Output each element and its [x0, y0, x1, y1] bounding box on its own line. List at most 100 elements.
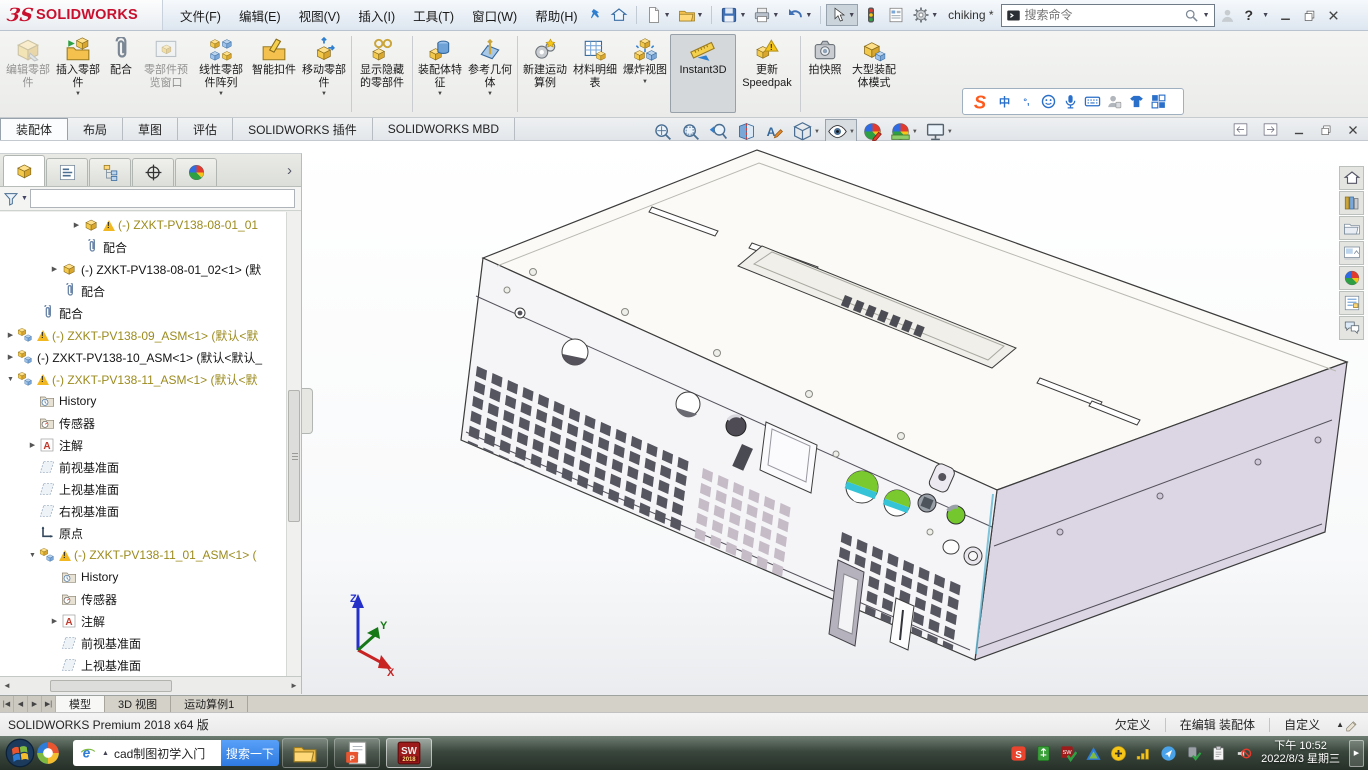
print-button[interactable]: ▼ — [750, 4, 782, 26]
tree-item[interactable]: History — [0, 566, 286, 588]
panel-flyout-handle[interactable] — [302, 388, 313, 434]
zoom-fit-icon[interactable] — [652, 121, 673, 142]
panel-tab-propertymanager[interactable] — [46, 158, 88, 186]
panel-expand-arrow[interactable]: › — [287, 162, 292, 179]
tree-filter-input[interactable] — [29, 189, 295, 208]
pane-right-icon[interactable] — [1262, 121, 1279, 138]
home-icon[interactable] — [610, 6, 628, 24]
pane-left-icon[interactable] — [1232, 121, 1249, 138]
magnifier-icon[interactable] — [1184, 8, 1199, 23]
tab-assembly[interactable]: 装配体 — [0, 118, 69, 140]
win-min-icon[interactable] — [1278, 8, 1293, 23]
bom-icon[interactable] — [582, 37, 608, 63]
search-dropdown-caret[interactable]: ▼ — [1203, 12, 1210, 19]
funnel-icon[interactable] — [3, 191, 19, 207]
tb-sogou-browser-icon[interactable] — [35, 740, 61, 766]
user-icon[interactable] — [1219, 7, 1236, 24]
tree-item[interactable]: ▶ (-) ZXKT-PV138-10_ASM<1> (默认<默认_ — [0, 346, 286, 368]
menu-help[interactable]: 帮助(H) — [526, 2, 586, 29]
model-tab-1[interactable]: 3D 视图 — [105, 696, 172, 712]
ribbon-mate-button[interactable]: 配合 — [103, 34, 139, 113]
tray-usb-icon[interactable] — [1035, 745, 1052, 762]
panel-tab-featuremanager[interactable] — [3, 155, 45, 186]
search-input[interactable] — [1024, 8, 1180, 22]
assembly-features-icon[interactable] — [427, 37, 453, 63]
tree-vertical-scrollbar[interactable] — [286, 212, 301, 676]
open-button[interactable]: ▼ — [675, 4, 707, 26]
ime-account-icon[interactable] — [1106, 93, 1123, 110]
tray-clipboard-icon[interactable] — [1210, 745, 1227, 762]
filter-caret[interactable]: ▼ — [21, 195, 28, 202]
displaymanager-icon[interactable] — [187, 163, 206, 182]
open-icon[interactable] — [678, 6, 696, 24]
motion-study-icon[interactable] — [532, 37, 558, 63]
ribbon-dropdown-caret[interactable]: ▼ — [437, 91, 443, 97]
move-component-icon[interactable] — [311, 37, 337, 63]
model-tab-0[interactable]: 模型 — [56, 696, 105, 712]
model-tab-nav[interactable]: ▶ — [28, 696, 42, 712]
propertymanager-icon[interactable] — [58, 163, 77, 182]
rp-file-explorer-icon[interactable] — [1343, 219, 1361, 237]
panel-tab-displaymanager[interactable] — [175, 158, 217, 186]
rp-design-library-icon[interactable] — [1343, 194, 1361, 212]
ime-punctuation-icon[interactable]: °, — [1018, 93, 1035, 110]
tree-item[interactable]: ▶! (-) ZXKT-PV138-09_ASM<1> (默认<默 — [0, 324, 286, 346]
ribbon-update-speedpak-button[interactable]: ! 更新 Speedpak — [736, 34, 798, 113]
model-tab-nav[interactable]: ◀ — [14, 696, 28, 712]
win-min-icon[interactable] — [1292, 123, 1306, 137]
taskpane-view-palette[interactable] — [1339, 241, 1364, 265]
menu-window[interactable]: 窗口(W) — [463, 2, 526, 29]
taskbar-solidworks-2018-button[interactable]: SW 2018 — [386, 738, 432, 768]
ribbon-move-component-button[interactable]: 移动零部件 ▼ — [299, 34, 349, 113]
taskbar-search-query[interactable]: cad制图初学入门 — [114, 745, 205, 762]
new-document-icon[interactable] — [645, 6, 663, 24]
tab-evaluate[interactable]: 评估 — [178, 118, 234, 140]
tree-item[interactable]: 传感器 — [0, 412, 286, 434]
ime-soft-keyboard-icon[interactable] — [1084, 93, 1101, 110]
taskpane-file-explorer[interactable] — [1339, 216, 1364, 240]
win-restore-icon[interactable] — [1302, 8, 1317, 23]
mate-icon[interactable] — [108, 37, 134, 63]
rp-appearances-icon[interactable] — [1343, 269, 1361, 287]
vertical-scroll-thumb[interactable] — [288, 390, 300, 522]
tray-signal-icon[interactable] — [1135, 745, 1152, 762]
status-note-icon[interactable] — [1344, 717, 1360, 733]
instant3d-icon[interactable] — [690, 37, 716, 63]
rebuild-button[interactable] — [859, 4, 883, 26]
scroll-left-arrow[interactable]: ◄ — [0, 681, 14, 690]
tree-item[interactable]: ▼! (-) ZXKT-PV138-11_01_ASM<1> ( — [0, 544, 286, 566]
tree-item[interactable]: 上视基准面 — [0, 478, 286, 500]
zoom-area-icon[interactable] — [680, 121, 701, 142]
ime-sogou-logo-icon[interactable]: S — [969, 91, 991, 113]
tray-volume-muted-icon[interactable] — [1235, 745, 1252, 762]
taskpane-forum[interactable] — [1339, 316, 1364, 340]
panel-tab-configurationmanager[interactable] — [89, 158, 131, 186]
update-speedpak-icon[interactable]: ! — [754, 37, 780, 63]
rebuild-icon[interactable] — [862, 6, 880, 24]
previous-view-icon[interactable] — [708, 121, 729, 142]
reference-geometry-icon[interactable] — [477, 37, 503, 63]
print-icon[interactable] — [753, 6, 771, 24]
tb-explorer-icon[interactable] — [292, 740, 318, 766]
show-desktop-button[interactable]: ▶ — [1349, 739, 1364, 767]
taskpane-custom-properties[interactable] — [1339, 291, 1364, 315]
ime-skin-icon[interactable] — [1128, 93, 1145, 110]
ribbon-linear-pattern-button[interactable]: 线性零部件阵列 ▼ — [193, 34, 249, 113]
tb-wps-doc-icon[interactable]: P — [344, 740, 370, 766]
ime-emoji-icon[interactable] — [1040, 93, 1057, 110]
tree-item[interactable]: 传感器 — [0, 588, 286, 610]
win-close-icon[interactable] — [1346, 123, 1360, 137]
tree-expand-arrow[interactable]: ▶ — [70, 221, 83, 229]
save-icon[interactable] — [720, 6, 738, 24]
taskpane-design-library[interactable] — [1339, 191, 1364, 215]
tree-item[interactable]: 配合 — [0, 302, 286, 324]
tree-item[interactable]: ▶ A 注解 — [0, 434, 286, 456]
graphics-area[interactable]: Z X Y › ▼ ▶! (-) ZXKT-PV138-08-01_01 配合 ▶ (-… — [0, 141, 1368, 695]
start-button[interactable] — [5, 738, 35, 768]
rp-home-icon[interactable] — [1343, 169, 1361, 187]
new-document-button[interactable]: ▼ — [642, 4, 674, 26]
tab-solidworks-addins[interactable]: SOLIDWORKS 插件 — [233, 118, 373, 140]
tree-item[interactable]: 原点 — [0, 522, 286, 544]
menu-insert[interactable]: 插入(I) — [349, 2, 404, 29]
tab-sketch[interactable]: 草图 — [123, 118, 179, 140]
